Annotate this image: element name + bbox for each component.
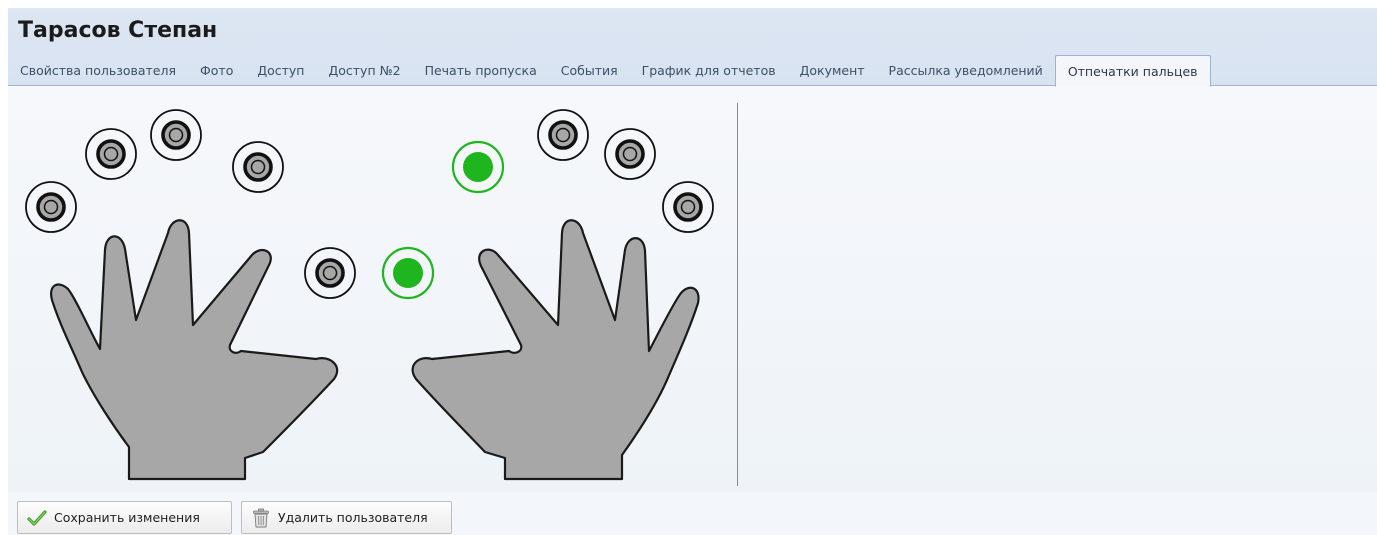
left-index-fingerprint[interactable] <box>232 141 284 193</box>
right-index-fingerprint[interactable] <box>451 140 505 194</box>
app-window: Тарасов Степан Свойства пользователя Фото… <box>0 0 1377 535</box>
left-hand <box>50 219 339 481</box>
trash-icon <box>250 507 272 529</box>
tab-8[interactable]: Документ <box>788 55 877 86</box>
left-thumb-fingerprint[interactable] <box>304 247 356 299</box>
tab-4[interactable]: Доступ №2 <box>316 55 412 86</box>
right-hand-shape <box>411 219 700 481</box>
delete-user-button[interactable]: Удалить пользователя <box>241 501 452 534</box>
left-ring-fingerprint[interactable] <box>85 128 137 180</box>
tab-5[interactable]: Печать пропуска <box>413 55 549 86</box>
right-ring-fingerprint[interactable] <box>604 128 656 180</box>
left-hand-shape <box>50 219 339 481</box>
right-middle-fingerprint[interactable] <box>537 109 589 161</box>
panel-divider <box>737 103 738 486</box>
header: Тарасов Степан Свойства пользователя Фото… <box>8 8 1377 87</box>
right-little-fingerprint[interactable] <box>662 181 714 233</box>
left-little-fingerprint[interactable] <box>25 181 77 233</box>
checkmark-icon <box>26 507 48 529</box>
tab-9[interactable]: Рассылка уведомлений <box>877 55 1055 86</box>
tab-3[interactable]: Доступ <box>245 55 316 86</box>
tab-bar: Свойства пользователя Фото Доступ Доступ №2… <box>8 55 1211 87</box>
save-changes-label: Сохранить изменения <box>54 510 200 525</box>
right-hand <box>411 219 700 481</box>
tab-10[interactable]: Отпечатки пальцев <box>1054 55 1211 87</box>
tab-7[interactable]: График для отчетов <box>630 55 788 86</box>
fingerprint-panel <box>8 87 738 492</box>
left-middle-fingerprint[interactable] <box>150 109 202 161</box>
save-changes-button[interactable]: Сохранить изменения <box>17 501 232 534</box>
tab-6[interactable]: События <box>549 55 630 86</box>
tab-1[interactable]: Свойства пользователя <box>8 55 188 86</box>
tab-2[interactable]: Фото <box>188 55 245 86</box>
right-thumb-fingerprint[interactable] <box>381 246 435 300</box>
page-title: Тарасов Степан <box>18 18 218 43</box>
delete-user-label: Удалить пользователя <box>278 510 428 525</box>
hands-diagram <box>25 109 714 481</box>
